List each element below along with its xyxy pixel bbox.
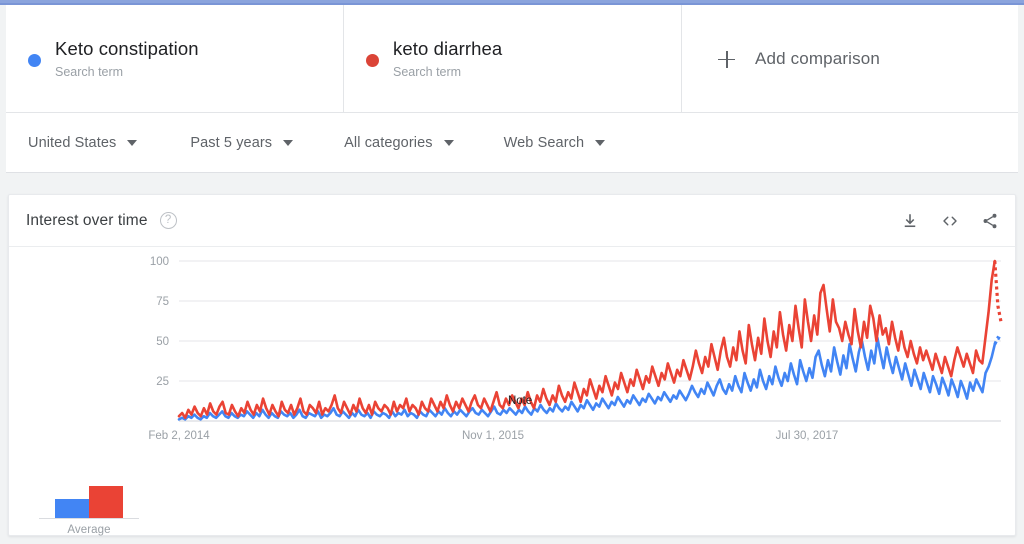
filter-bar: United States Past 5 years All categorie…: [6, 113, 1018, 173]
average-bar-series-0: [55, 499, 89, 518]
y-axis-tick: 100: [150, 256, 169, 268]
x-axis-tick: Jul 30, 2017: [776, 430, 839, 442]
share-icon[interactable]: [979, 210, 1001, 232]
search-term-title-0: Keto constipation: [55, 37, 199, 59]
search-terms-row: Keto constipation Search term keto diarr…: [6, 5, 1018, 113]
average-label: Average: [67, 524, 111, 536]
x-axis-tick: Nov 1, 2015: [462, 430, 524, 442]
search-term-text-1: keto diarrhea Search term: [393, 38, 502, 81]
chevron-down-icon: [443, 139, 454, 146]
average-bar-series-1: [89, 486, 123, 518]
filter-search-type[interactable]: Web Search: [504, 135, 606, 151]
series-dashed-tail-1: [993, 260, 1003, 323]
google-trends-page: Keto constipation Search term keto diarr…: [0, 0, 1024, 544]
add-comparison-button[interactable]: Add comparison: [682, 5, 1018, 113]
search-term-subtitle-0: Search term: [55, 64, 124, 79]
download-icon[interactable]: [899, 210, 921, 232]
chevron-down-icon: [127, 139, 138, 146]
card-actions: [899, 195, 1001, 247]
search-term-card-1[interactable]: keto diarrhea Search term: [344, 5, 682, 113]
page-title: Interest over time: [26, 211, 148, 229]
filter-location[interactable]: United States: [28, 134, 138, 151]
x-axis-tick: Feb 2, 2014: [149, 430, 210, 442]
filter-time-range-label: Past 5 years: [190, 134, 273, 151]
average-bars-block: Average: [39, 479, 139, 536]
search-term-text-0: Keto constipation Search term: [55, 38, 199, 81]
filter-time-range[interactable]: Past 5 years: [190, 134, 294, 151]
filter-category[interactable]: All categories: [344, 134, 454, 151]
blue-dot-icon: [28, 53, 41, 67]
search-term-subtitle-1: Search term: [393, 64, 462, 79]
average-bars: [39, 479, 139, 519]
y-axis-tick: 25: [156, 376, 169, 388]
filter-category-label: All categories: [344, 134, 433, 151]
series-line-1: [177, 259, 997, 420]
search-term-card-0[interactable]: Keto constipation Search term: [6, 5, 344, 113]
interest-over-time-card: Interest over time ? Average 25 50 75 10…: [8, 194, 1016, 536]
filter-search-type-label: Web Search: [503, 134, 585, 151]
chevron-down-icon: [283, 139, 294, 146]
y-axis-tick: 75: [156, 296, 169, 308]
card-header: Interest over time ?: [9, 195, 1015, 247]
y-axis-tick: 50: [156, 336, 169, 348]
help-icon[interactable]: ?: [159, 212, 177, 229]
chevron-down-icon: [595, 139, 606, 146]
add-comparison-label: Add comparison: [755, 49, 880, 68]
embed-code-icon[interactable]: [939, 210, 961, 232]
red-dot-icon: [366, 53, 379, 67]
chart-note-annotation: Note: [508, 395, 532, 407]
search-term-title-1: keto diarrhea: [393, 37, 503, 59]
interest-over-time-plot[interactable]: 25 50 75 100 Note Feb 2, 2014 Nov 1, 2015 Jul 3…: [149, 247, 1009, 536]
plus-icon: [718, 50, 735, 68]
chart-body: Average 25 50 75 100 Note Feb 2, 2014 Nov 1, 2…: [9, 247, 1015, 536]
filter-location-label: United States: [28, 134, 117, 151]
